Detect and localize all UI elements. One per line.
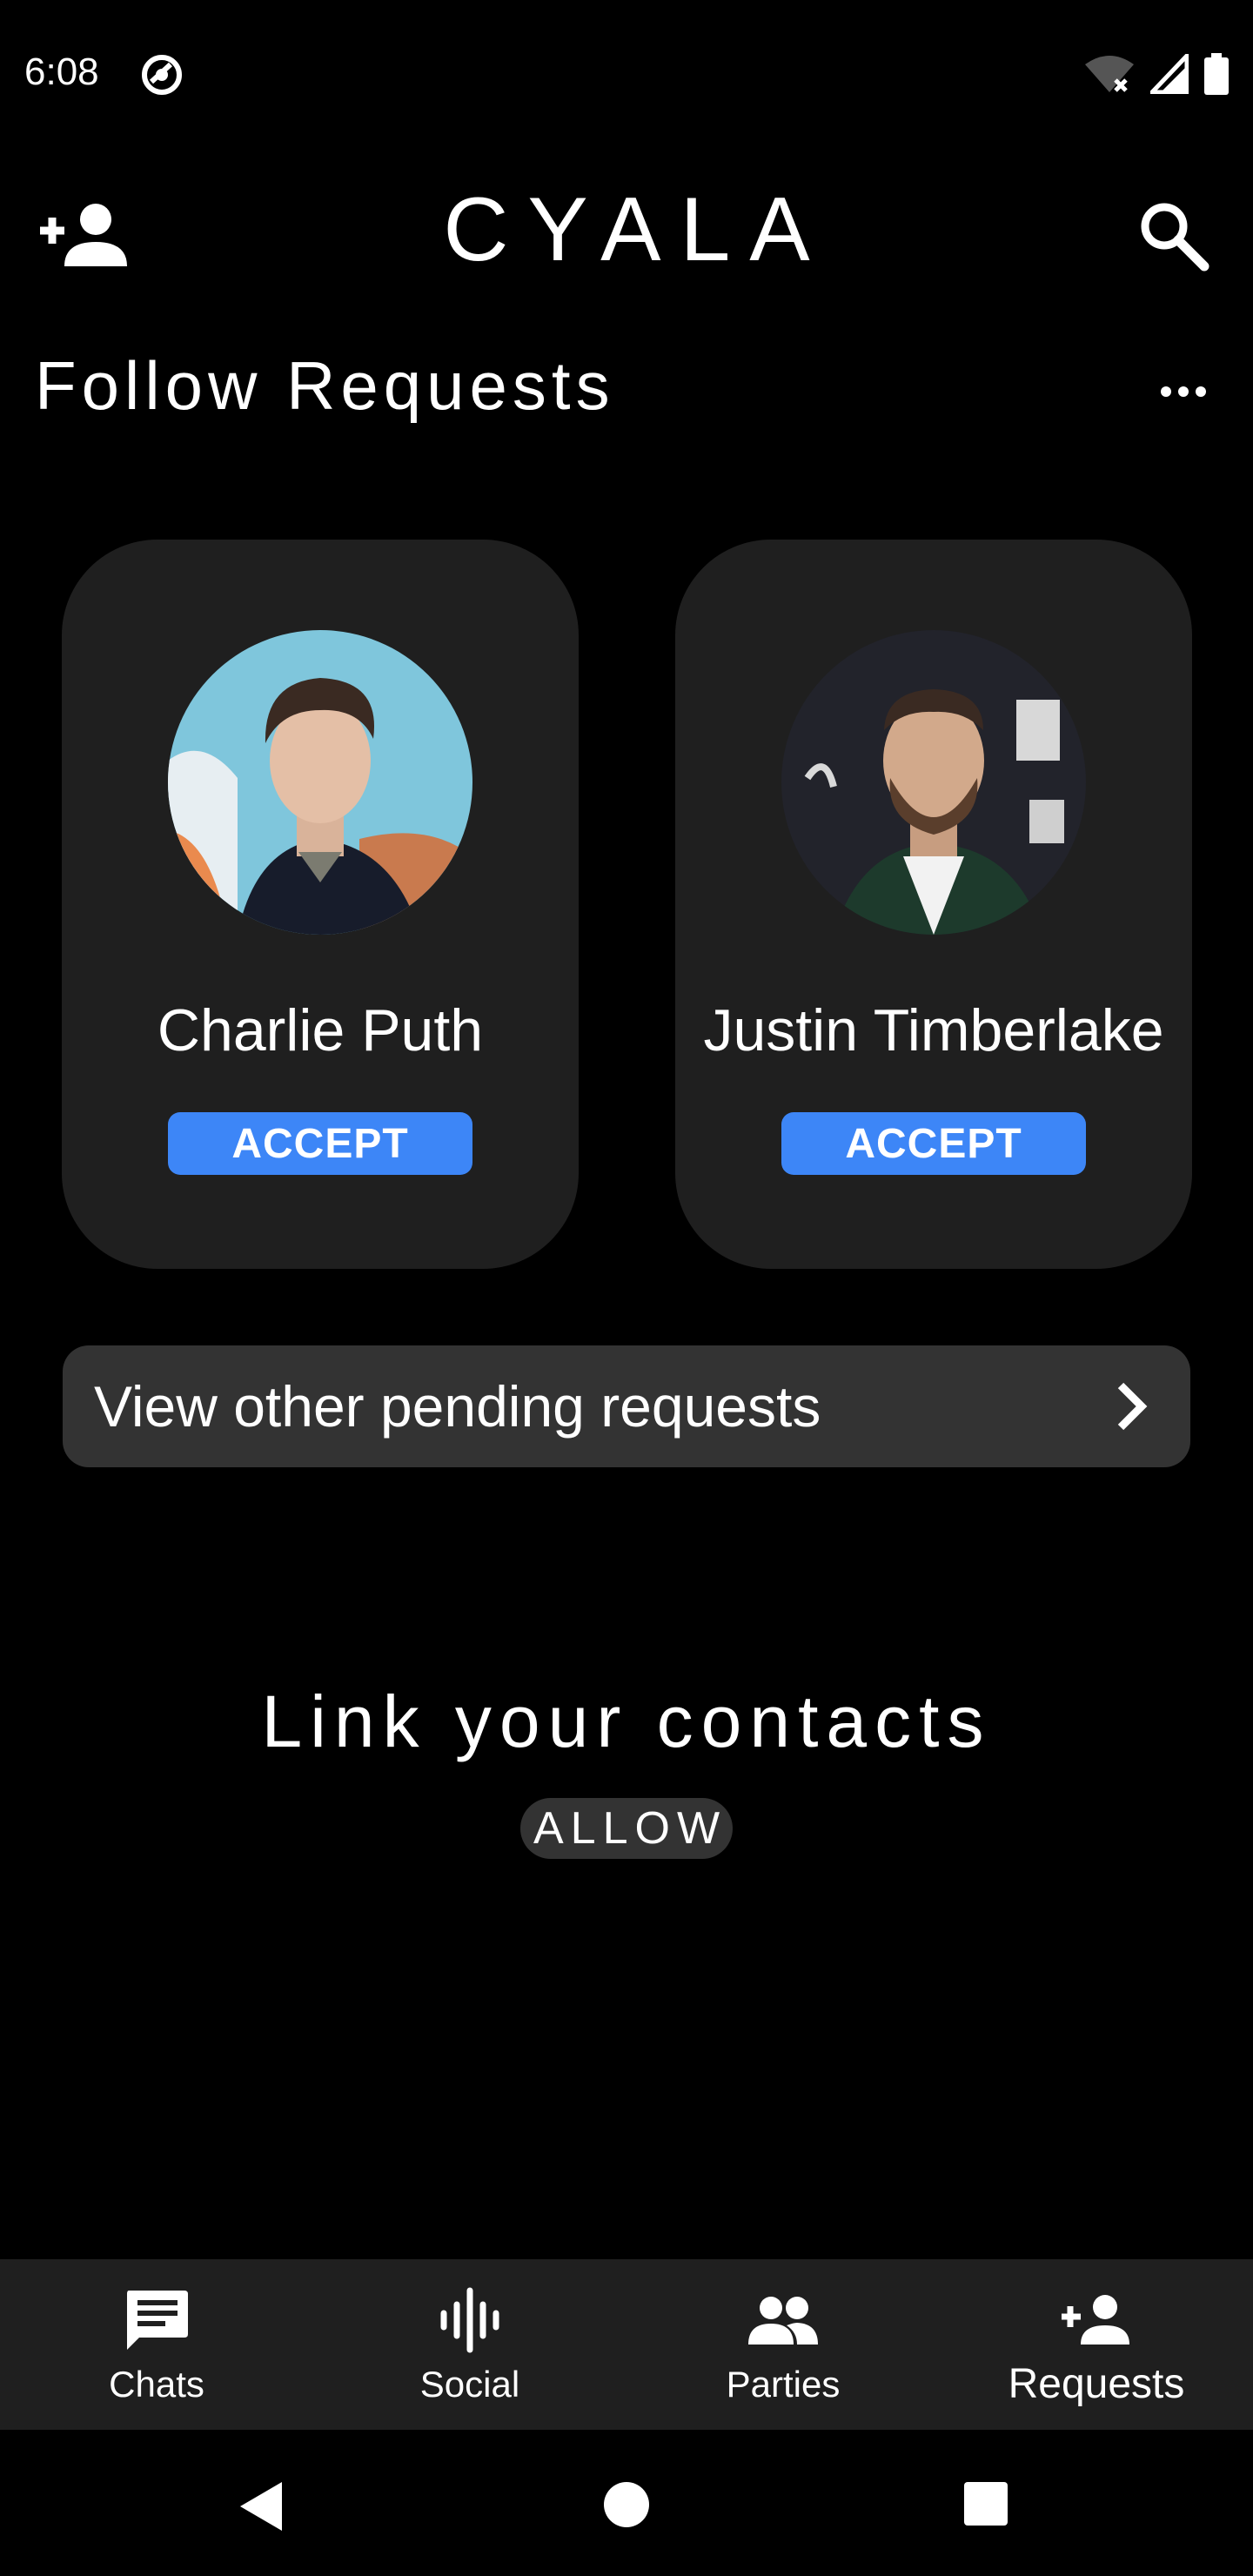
chevron-right-icon [1117, 1382, 1148, 1431]
search-button[interactable] [1131, 193, 1215, 277]
accept-button[interactable]: ACCEPT [168, 1112, 472, 1175]
bottom-navigation: Chats Social Parties Requests [0, 2259, 1253, 2430]
wifi-off-icon [1085, 56, 1134, 92]
more-dot [1196, 386, 1206, 397]
search-icon [1141, 203, 1209, 272]
battery-icon [1204, 53, 1229, 95]
nav-item-social[interactable]: Social [313, 2259, 626, 2430]
section-title: Follow Requests [35, 347, 615, 424]
nav-label: Requests [1008, 2361, 1185, 2407]
home-icon[interactable] [604, 2482, 649, 2527]
group-icon [748, 2297, 818, 2345]
pending-requests-label: View other pending requests [94, 1374, 821, 1439]
requester-name: Charlie Puth [157, 997, 484, 1063]
recents-icon[interactable] [964, 2482, 1008, 2526]
request-card: Charlie Puth ACCEPT [62, 540, 579, 1269]
audio-wave-icon [440, 2287, 499, 2353]
accept-button[interactable]: ACCEPT [781, 1112, 1086, 1175]
view-pending-requests-button[interactable]: View other pending requests [63, 1345, 1190, 1467]
nav-item-chats[interactable]: Chats [0, 2259, 313, 2430]
more-dot [1178, 386, 1189, 397]
back-icon[interactable] [237, 2480, 285, 2532]
person-add-icon [1062, 2295, 1129, 2345]
status-time: 6:08 [24, 50, 99, 93]
requester-name: Justin Timberlake [703, 997, 1164, 1063]
avatar[interactable] [781, 630, 1086, 935]
nav-item-requests[interactable]: Requests [940, 2259, 1253, 2430]
app-notification-icon [142, 55, 182, 95]
nav-label: Parties [726, 2364, 841, 2405]
app-title: CYALA [443, 179, 829, 280]
avatar[interactable] [168, 630, 472, 935]
avatar-photo [168, 630, 472, 935]
avatar-photo [781, 630, 1086, 935]
status-icons [1084, 52, 1229, 96]
app-screen: 6:08 CYALA Follow Requests Charlie Puth … [0, 0, 1253, 2576]
more-options-button[interactable] [1149, 366, 1218, 418]
status-bar: 6:08 [0, 0, 1253, 148]
link-contacts-title: Link your contacts [261, 1680, 992, 1762]
cell-signal-icon [1150, 54, 1189, 94]
chat-icon [127, 2291, 188, 2350]
allow-contacts-button[interactable]: ALLOW [520, 1798, 733, 1859]
nav-label: Social [419, 2364, 520, 2405]
nav-label: Chats [109, 2364, 204, 2405]
nav-item-parties[interactable]: Parties [626, 2259, 940, 2430]
more-horizontal-icon [1161, 386, 1171, 397]
request-card: Justin Timberlake ACCEPT [675, 540, 1192, 1269]
